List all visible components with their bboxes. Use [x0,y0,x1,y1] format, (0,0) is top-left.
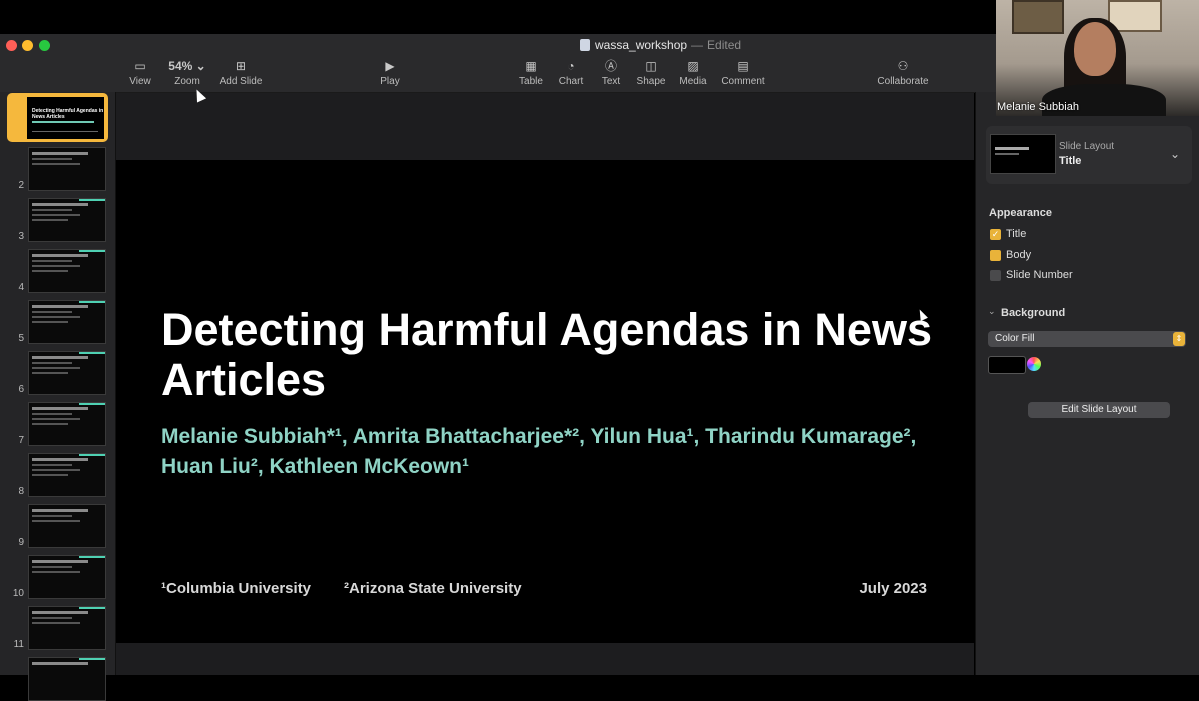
slide-thumbnail-5[interactable] [28,300,106,344]
text-label: Text [601,76,621,87]
appearance-heading: Appearance [989,207,1052,219]
slide-date[interactable]: July 2023 [859,580,927,597]
document-status: Edited [707,38,742,52]
play-icon: ▶ [385,59,395,73]
slide-number-checkbox[interactable] [990,270,1001,281]
media-button[interactable]: ▨ Media [678,58,708,87]
zoom-label: Zoom [174,76,200,87]
chevron-down-icon[interactable]: ⌄ [1170,147,1180,161]
slide-number: 7 [18,435,24,446]
collaborate-button[interactable]: ⚇ Collaborate [874,58,932,87]
add-slide-button[interactable]: ⊞ Add Slide [218,58,264,87]
select-arrows-icon[interactable]: ⇕ [1173,332,1185,346]
comment-label: Comment [721,76,765,87]
body-checkbox[interactable] [990,250,1001,261]
slide-thumbnail-3[interactable] [28,198,106,242]
text-button[interactable]: Ⓐ Text [598,58,624,87]
play-label: Play [380,76,400,87]
slide-number: 3 [18,231,24,242]
disclosure-chevron-icon[interactable]: ⌄ [988,306,996,317]
slide-thumbnail-4[interactable] [28,249,106,293]
zoom-value: 54% ⌄ [166,58,208,74]
close-window-button[interactable] [6,40,17,51]
view-label: View [129,76,151,87]
slide-number: 5 [18,333,24,344]
slide-thumbnail-1[interactable]: Detecting Harmful Agendas in News Articl… [27,97,104,139]
slide-layout-label: Slide Layout [1059,141,1115,152]
media-icon: ▨ [687,59,699,73]
body-checkbox-label: Body [1006,249,1032,261]
zoom-button[interactable]: 54% ⌄ Zoom [166,58,208,87]
chart-button[interactable]: ◔ Chart [557,58,585,87]
slide-number: 4 [18,282,24,293]
collaborate-label: Collaborate [877,76,929,87]
webcam-feed: Melanie Subbiah [996,0,1199,116]
thumbnail-footer-line [32,131,98,132]
play-button[interactable]: ▶ Play [378,58,402,87]
slide-thumbnail-6[interactable] [28,351,106,395]
slide-thumbnail-8[interactable] [28,453,106,497]
window-top-bar [0,0,996,34]
collaborate-icon: ⚇ [897,59,909,73]
slide-number: 2 [18,180,24,191]
chart-label: Chart [558,76,584,87]
layout-thumbnail [990,134,1056,174]
slide-thumbnail-7[interactable] [28,402,106,446]
title-separator: — [691,38,704,52]
slide-authors[interactable]: Melanie Subbiah*¹, Amrita Bhattacharjee*… [161,422,941,482]
add-slide-label: Add Slide [219,76,263,87]
document-filename: wassa_workshop [595,38,688,52]
maximize-window-button[interactable] [39,40,50,51]
slide-title[interactable]: Detecting Harmful Agendas in News Articl… [161,305,941,405]
slide-number: 6 [18,384,24,395]
keynote-file-icon [580,39,590,51]
title-checkbox[interactable]: ✓ [990,229,1001,240]
document-title: wassa_workshop — Edited [580,38,741,52]
slide-thumbnail-12[interactable] [28,657,106,701]
slide-layout-value: Title [1059,155,1082,167]
shape-button[interactable]: ◫ Shape [636,58,666,87]
media-label: Media [679,76,707,87]
thumbnail-authors-line [32,121,94,123]
affiliation-arizona-state[interactable]: ²Arizona State University [344,580,522,597]
slide-number: 10 [12,588,24,599]
table-label: Table [519,76,543,87]
thumbnail-title: Detecting Harmful Agendas in News Articl… [32,108,104,120]
slide-number: 11 [13,639,24,650]
current-slide[interactable]: Detecting Harmful Agendas in News Articl… [116,160,974,643]
edit-slide-layout-button[interactable]: Edit Slide Layout [1028,402,1170,418]
color-wheel-icon[interactable] [1027,357,1041,371]
sidebar-icon: ▭ [134,59,146,73]
webcam-name-label: Melanie Subbiah [997,101,1079,113]
title-checkbox-label: Title [1006,228,1027,240]
table-icon: ▦ [525,59,537,73]
chevron-down-icon: ⌄ [195,59,206,73]
table-button[interactable]: ▦ Table [517,58,545,87]
slide-thumbnail-2[interactable] [28,147,106,191]
zoom-percent: 54% [168,59,193,73]
add-slide-icon: ⊞ [235,59,247,73]
speaker-face [1074,22,1116,76]
slide-thumbnail-10[interactable] [28,555,106,599]
text-box-icon: Ⓐ [604,59,617,73]
comment-icon: ▤ [737,59,749,73]
comment-button[interactable]: ▤ Comment [720,58,766,87]
slide-thumbnail-11[interactable] [28,606,106,650]
shape-label: Shape [636,76,666,87]
fill-type-value: Color Fill [995,333,1035,344]
slide-number-checkbox-label: Slide Number [1006,269,1073,281]
slide-number: 9 [18,537,24,548]
minimize-window-button[interactable] [22,40,33,51]
background-heading: Background [1001,307,1066,319]
background-color-well[interactable] [988,356,1026,374]
slide-number: 8 [18,486,24,497]
affiliation-columbia[interactable]: ¹Columbia University [161,580,311,597]
wall-picture-frame [1012,0,1064,34]
chart-icon: ◔ [567,59,575,73]
shape-icon: ◫ [645,59,657,73]
slide-thumbnail-9[interactable] [28,504,106,548]
view-button[interactable]: ▭ View [127,58,153,87]
